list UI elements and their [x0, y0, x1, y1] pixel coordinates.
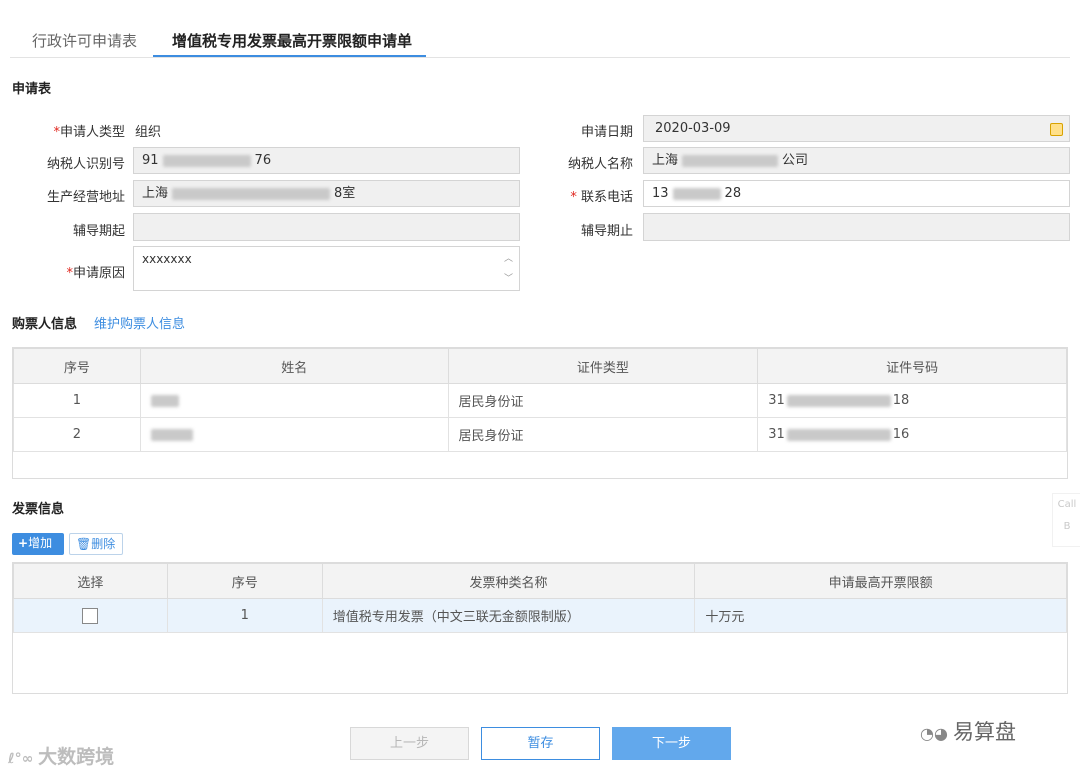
row-number: 1 — [13, 383, 141, 418]
tab-admin-license[interactable]: 行政许可申请表 — [32, 30, 137, 51]
phone-label: * 联系电话 — [570, 190, 633, 205]
invoices-section-title: 发票信息 — [12, 502, 65, 517]
redacted-mask — [150, 394, 179, 407]
buyer-name-cell — [139, 383, 449, 418]
invoice-limit-cell: 十万元 — [694, 598, 1067, 633]
applicant-type-value: 组织 — [135, 125, 162, 140]
apply-date-label: 申请日期 — [580, 125, 633, 140]
textarea-scrollbar[interactable]: ︿ ﹀ — [504, 249, 513, 289]
tab-vat-limit-application[interactable]: 增值税专用发票最高开票限额申请单 — [172, 30, 412, 51]
redacted-mask — [150, 428, 193, 441]
next-step-button[interactable]: 下一步 — [612, 727, 731, 760]
row-number: 2 — [13, 417, 141, 452]
select-cell[interactable] — [13, 598, 168, 633]
guidance-start-label: 辅导期起 — [72, 224, 125, 239]
watermark-logo-icon: ℓ°∞ — [8, 751, 39, 767]
apply-date-field[interactable]: 2020-03-09 — [643, 115, 1070, 142]
add-invoice-button[interactable]: +增加 — [12, 533, 64, 555]
invoices-table: 选择 序号 发票种类名称 申请最高开票限额 1 增值税专用发票（中文三联无金额限… — [13, 563, 1067, 633]
scroll-up-icon[interactable]: ︿ — [504, 249, 513, 269]
redacted-mask — [682, 154, 779, 167]
address-field[interactable]: 上海 8室 — [133, 180, 520, 207]
table-row[interactable]: 1 居民身份证 31 18 — [13, 383, 1067, 418]
taxpayer-id-label: 纳税人识别号 — [46, 157, 125, 172]
id-type-cell: 居民身份证 — [447, 417, 759, 452]
scroll-down-icon[interactable]: ﹀ — [504, 269, 513, 289]
invoices-col-no: 序号 — [166, 563, 323, 599]
taxpayer-id-field[interactable]: 91 76 — [133, 147, 520, 174]
invoices-col-limit: 申请最高开票限额 — [694, 563, 1067, 599]
reason-label: *申请原因 — [66, 266, 125, 281]
phone-field[interactable]: 13 28 — [643, 180, 1070, 207]
trash-icon: 🗑 — [76, 537, 92, 551]
buyers-col-name: 姓名 — [139, 348, 449, 384]
redacted-mask — [172, 187, 331, 200]
applicant-type-label: *申请人类型 — [53, 125, 125, 140]
calendar-icon[interactable] — [1050, 123, 1063, 136]
plus-icon: + — [18, 536, 29, 550]
row-number: 1 — [166, 598, 323, 633]
address-label: 生产经营地址 — [46, 190, 125, 205]
invoices-col-select: 选择 — [13, 563, 168, 599]
active-tab-indicator — [153, 55, 426, 57]
buyers-col-id-type: 证件类型 — [447, 348, 759, 384]
watermark-left: ℓ°∞ 大数跨境 — [8, 746, 115, 768]
invoices-col-type: 发票种类名称 — [321, 563, 696, 599]
redacted-mask — [786, 428, 891, 441]
application-section-title: 申请表 — [12, 82, 52, 97]
id-number-cell: 31 18 — [757, 383, 1067, 418]
redacted-mask — [672, 187, 721, 200]
row-checkbox[interactable] — [82, 607, 99, 624]
wechat-icon: ◔◕ — [920, 724, 954, 743]
buyers-table: 序号 姓名 证件类型 证件号码 1 居民身份证 31 18 2 居民身份证 31 1… — [13, 348, 1067, 452]
buyers-col-no: 序号 — [13, 348, 141, 384]
guidance-end-field[interactable] — [643, 213, 1070, 241]
tab-divider — [10, 57, 1070, 58]
maintain-buyers-link[interactable]: 维护购票人信息 — [94, 313, 185, 332]
redacted-mask — [162, 154, 251, 167]
id-number-cell: 31 16 — [757, 417, 1067, 452]
side-float-widget[interactable]: Call B — [1052, 493, 1080, 547]
invoice-type-cell: 增值税专用发票（中文三联无金额限制版） — [321, 598, 696, 633]
redacted-mask — [786, 394, 891, 407]
id-type-cell: 居民身份证 — [447, 383, 759, 418]
buyers-section-title: 购票人信息 — [12, 317, 78, 332]
table-row[interactable]: 1 增值税专用发票（中文三联无金额限制版） 十万元 — [13, 598, 1067, 633]
taxpayer-name-label: 纳税人名称 — [567, 157, 633, 172]
table-row[interactable]: 2 居民身份证 31 16 — [13, 417, 1067, 452]
save-draft-button[interactable]: 暂存 — [481, 727, 600, 760]
watermark-right: ◔◕ 易算盘 — [920, 720, 1017, 744]
guidance-end-label: 辅导期止 — [580, 224, 633, 239]
buyers-col-id-number: 证件号码 — [757, 348, 1067, 384]
prev-step-button[interactable]: 上一步 — [350, 727, 469, 760]
buyer-name-cell — [139, 417, 449, 452]
taxpayer-name-field[interactable]: 上海 公司 — [643, 147, 1070, 174]
reason-textarea[interactable]: xxxxxxx — [133, 246, 520, 291]
guidance-start-field[interactable] — [133, 213, 520, 241]
delete-invoice-button[interactable]: 🗑删除 — [69, 533, 123, 555]
